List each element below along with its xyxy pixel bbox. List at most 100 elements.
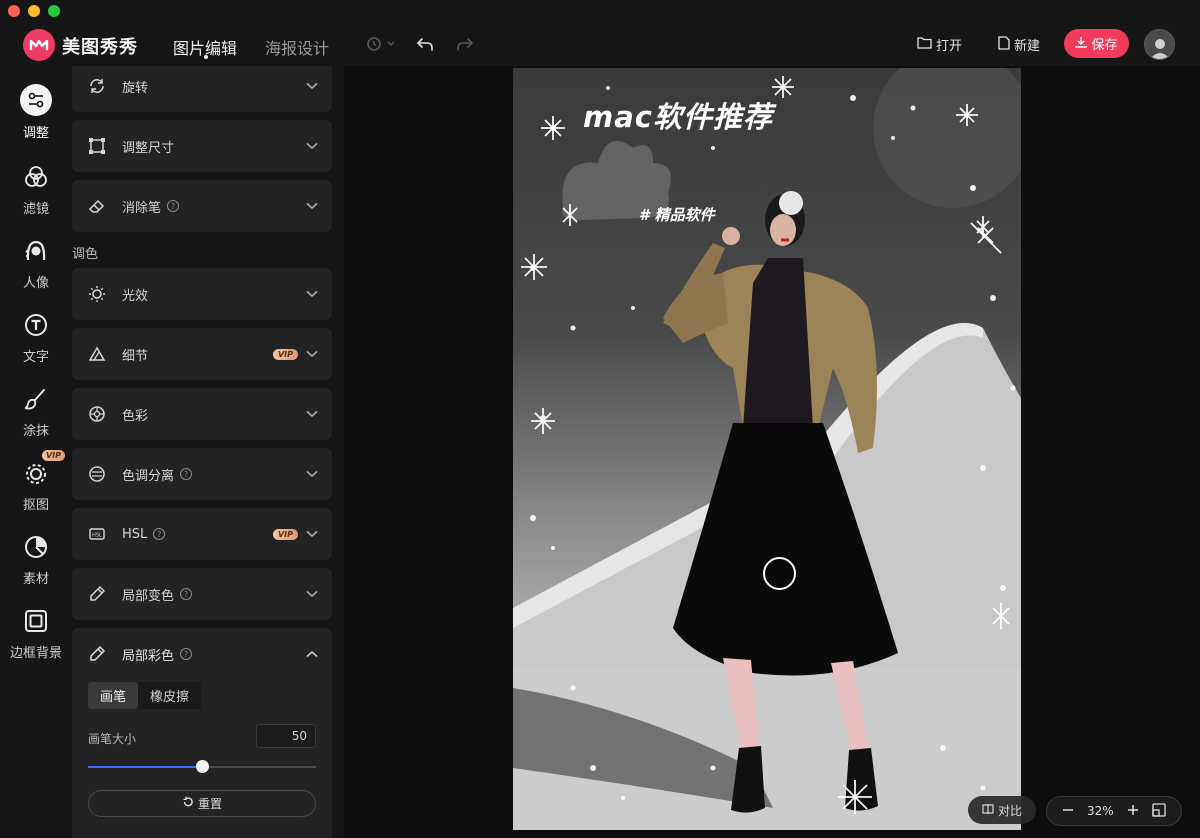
chevron-down-icon xyxy=(306,202,318,210)
card-split-tone[interactable]: 色调分离 ? xyxy=(72,448,332,500)
rail-item-frame[interactable]: 边框背景 xyxy=(0,606,72,661)
sun-icon xyxy=(88,285,106,303)
new-button[interactable]: 新建 xyxy=(998,35,1040,54)
help-icon[interactable]: ? xyxy=(180,648,193,660)
chevron-down-icon xyxy=(306,290,318,298)
zoom-out-button[interactable] xyxy=(1062,804,1074,819)
rail-item-cutout[interactable]: VIP 抠图 xyxy=(0,450,72,513)
chevron-down-icon xyxy=(306,142,318,150)
fit-screen-icon[interactable] xyxy=(1152,802,1166,820)
rail-label: 文字 xyxy=(22,350,49,365)
zoom-window-button[interactable] xyxy=(48,5,60,17)
redo-icon[interactable] xyxy=(454,34,476,54)
help-icon[interactable]: ? xyxy=(180,588,193,600)
card-rotate[interactable]: 旋转 xyxy=(72,66,332,112)
adjust-panel: 旋转 调整尺寸 消除笔 ? 调色 光效 细节 VIP 色彩 色调分离 ? HSL… xyxy=(72,66,344,838)
active-tab-indicator xyxy=(204,55,208,59)
rail-item-portrait[interactable]: 人像 xyxy=(0,236,72,291)
chevron-down-icon xyxy=(306,350,318,358)
history-icon[interactable] xyxy=(364,34,396,54)
help-icon[interactable]: ? xyxy=(153,528,166,540)
close-window-button[interactable] xyxy=(8,5,20,17)
sticker-icon xyxy=(21,532,51,562)
zoom-in-button[interactable] xyxy=(1127,804,1139,819)
zoom-control: 32% xyxy=(1046,796,1182,826)
hsl-icon: HSL xyxy=(88,525,106,543)
mode-eraser[interactable]: 橡皮擦 xyxy=(138,682,201,709)
card-color[interactable]: 色彩 xyxy=(72,388,332,440)
detail-icon xyxy=(88,345,106,363)
photo-artwork xyxy=(513,68,1021,830)
rail-label: 滤镜 xyxy=(22,202,49,217)
rail-label: 人像 xyxy=(22,276,49,291)
rotate-icon xyxy=(88,77,106,95)
save-label: 保存 xyxy=(1091,38,1118,53)
card-label: 细节 xyxy=(122,348,149,364)
title-bar: 美图秀秀 图片编辑 海报设计 打开 新建 保存 xyxy=(0,0,1200,66)
rail-label: 调整 xyxy=(22,126,49,141)
rail-label: 边框背景 xyxy=(9,646,62,661)
rail-label: 抠图 xyxy=(22,498,49,513)
reset-icon xyxy=(182,796,194,811)
rail-item-filter[interactable]: 滤镜 xyxy=(0,162,72,217)
card-local-color-expanded: 局部彩色 ? 画笔 橡皮擦 画笔大小 50 重置 xyxy=(72,628,332,838)
rail-item-sticker[interactable]: 素材 xyxy=(0,532,72,587)
card-label: 消除笔 xyxy=(122,200,162,216)
app-name: 美图秀秀 xyxy=(62,37,138,58)
save-button[interactable]: 保存 xyxy=(1064,29,1129,58)
split-tone-icon xyxy=(88,465,106,483)
card-label: HSL xyxy=(122,526,148,542)
card-label: 局部变色 xyxy=(122,588,175,604)
card-local-recolor[interactable]: 局部变色 ? xyxy=(72,568,332,620)
card-detail[interactable]: 细节 VIP xyxy=(72,328,332,380)
card-label: 调整尺寸 xyxy=(122,140,175,156)
brush-size-input[interactable]: 50 xyxy=(256,724,316,748)
compare-icon xyxy=(982,803,994,818)
photo-subtitle-text[interactable]: # 精品软件 xyxy=(639,204,715,225)
vip-badge: VIP xyxy=(272,528,298,540)
download-icon xyxy=(1075,36,1088,52)
new-label: 新建 xyxy=(1014,39,1041,54)
resize-icon xyxy=(88,137,106,155)
rail-item-adjust[interactable]: 调整 xyxy=(0,84,72,141)
chevron-up-icon xyxy=(306,647,318,662)
compare-label: 对比 xyxy=(997,803,1022,818)
photo-title-text[interactable]: mac软件推荐 xyxy=(583,94,773,136)
undo-icon[interactable] xyxy=(414,34,436,54)
card-label: 光效 xyxy=(122,288,149,304)
svg-text:HSL: HSL xyxy=(92,533,102,539)
rail-item-smudge[interactable]: 涂抹 xyxy=(0,384,72,439)
zoom-level: 32% xyxy=(1086,804,1114,818)
reset-button[interactable]: 重置 xyxy=(88,790,316,817)
color-wheel-icon xyxy=(88,405,106,423)
rail-label: 素材 xyxy=(22,572,49,587)
filter-icon xyxy=(21,162,51,192)
rail-item-text[interactable]: 文字 xyxy=(0,310,72,365)
slider-knob[interactable] xyxy=(196,760,209,773)
brush-icon xyxy=(21,384,51,414)
frame-icon xyxy=(21,606,51,636)
chevron-down-icon xyxy=(306,590,318,598)
card-light-effect[interactable]: 光效 xyxy=(72,268,332,320)
help-icon[interactable]: ? xyxy=(167,200,180,212)
minimize-window-button[interactable] xyxy=(28,5,40,17)
edited-photo[interactable]: mac软件推荐 # 精品软件 xyxy=(513,68,1021,830)
avatar[interactable] xyxy=(1144,29,1175,60)
help-icon[interactable]: ? xyxy=(180,468,193,480)
color-pen-icon xyxy=(88,645,106,663)
mode-brush[interactable]: 画笔 xyxy=(88,682,139,709)
vip-badge: VIP xyxy=(272,348,298,360)
chevron-down-icon xyxy=(306,470,318,478)
compare-button[interactable]: 对比 xyxy=(968,796,1036,824)
brush-size-slider[interactable] xyxy=(88,760,316,773)
vip-badge: VIP xyxy=(41,450,65,461)
card-hsl[interactable]: HSL HSL ? VIP xyxy=(72,508,332,560)
card-eraser[interactable]: 消除笔 ? xyxy=(72,180,332,232)
card-resize[interactable]: 调整尺寸 xyxy=(72,120,332,172)
card-label: 色调分离 xyxy=(122,468,175,484)
tab-poster-design[interactable]: 海报设计 xyxy=(265,35,329,59)
card-label: 色彩 xyxy=(122,408,149,424)
open-button[interactable]: 打开 xyxy=(917,35,962,54)
local-color-header[interactable]: 局部彩色 ? xyxy=(72,628,332,680)
slider-fill xyxy=(88,766,202,768)
